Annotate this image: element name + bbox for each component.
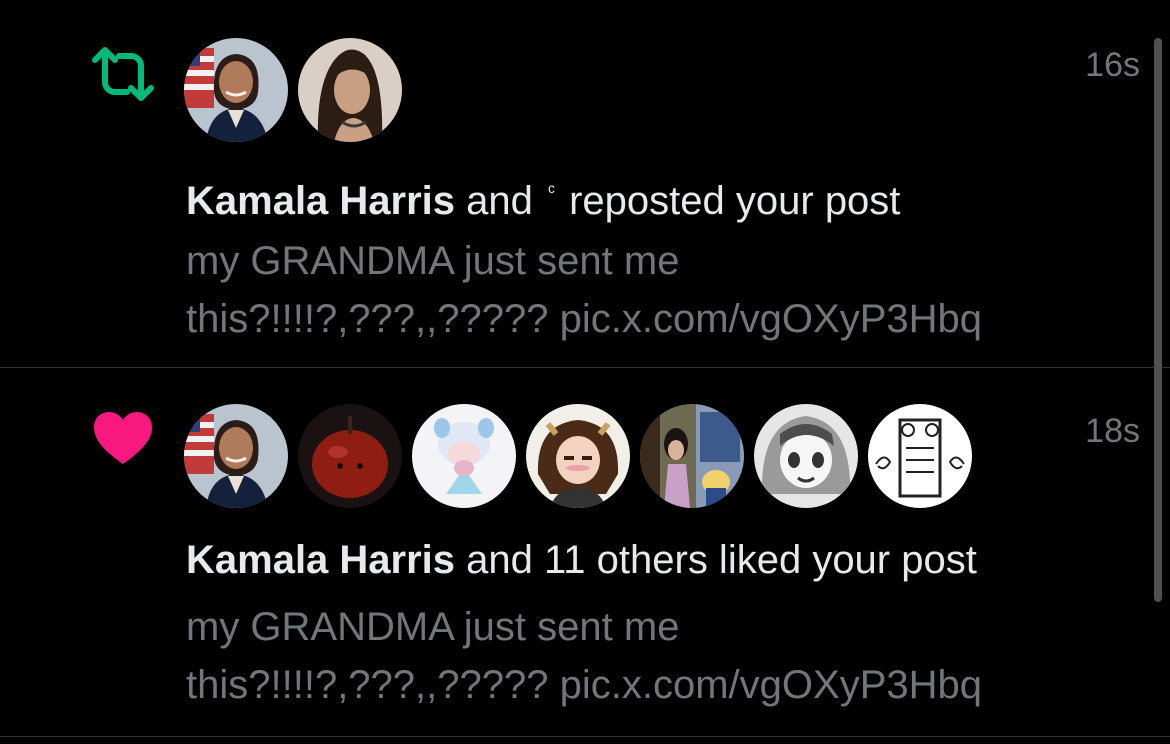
avatar-ariana[interactable] bbox=[298, 38, 402, 142]
avatar-room-photo[interactable] bbox=[640, 404, 744, 508]
notification-headline: Kamala Harris and ᶜ reposted your post bbox=[186, 168, 900, 225]
scrollbar[interactable] bbox=[1154, 38, 1162, 602]
timestamp: 16s bbox=[1085, 46, 1140, 84]
avatar-apple[interactable] bbox=[298, 404, 402, 508]
post-preview-line: my GRANDMA just sent me bbox=[186, 605, 680, 649]
avatar-kamala-harris[interactable] bbox=[184, 404, 288, 508]
heart-icon bbox=[86, 406, 160, 470]
notification-like[interactable]: 18s Kamala Harris and 11 others liked yo… bbox=[0, 368, 1170, 736]
notification-repost[interactable]: 16s Kamala Harris and ᶜ reposted your pos… bbox=[0, 0, 1170, 367]
second-user-name-link[interactable]: ᶜ bbox=[548, 181, 555, 203]
avatar-group bbox=[184, 38, 402, 142]
post-preview-line: this?!!!!?,???,,????? pic.x.com/vgOXyP3H… bbox=[186, 663, 982, 707]
post-preview-line: this?!!!!?,???,,????? pic.x.com/vgOXyP3H… bbox=[186, 297, 982, 341]
avatar-anime-boy[interactable] bbox=[526, 404, 630, 508]
user-name-link[interactable]: Kamala Harris bbox=[186, 179, 455, 223]
avatar-kamala-harris[interactable] bbox=[184, 38, 288, 142]
post-preview-line: my GRANDMA just sent me bbox=[186, 239, 680, 283]
avatar-manga-girl[interactable] bbox=[754, 404, 858, 508]
timestamp: 18s bbox=[1085, 412, 1140, 450]
divider bbox=[0, 736, 1170, 737]
headline-and: and bbox=[455, 179, 545, 223]
headline-rest: and 11 others liked your post bbox=[455, 538, 977, 582]
post-preview[interactable]: my GRANDMA just sent me this?!!!!?,???,,… bbox=[186, 232, 1126, 348]
post-preview[interactable]: my GRANDMA just sent me this?!!!!?,???,,… bbox=[186, 598, 1126, 714]
avatar-plush[interactable] bbox=[412, 404, 516, 508]
notification-headline: Kamala Harris and 11 others liked your p… bbox=[186, 536, 977, 584]
headline-action: reposted your post bbox=[569, 179, 901, 223]
avatar-group bbox=[184, 404, 972, 508]
repost-icon bbox=[86, 42, 160, 106]
user-name-link[interactable]: Kamala Harris bbox=[186, 538, 455, 582]
avatar-sketch[interactable] bbox=[868, 404, 972, 508]
